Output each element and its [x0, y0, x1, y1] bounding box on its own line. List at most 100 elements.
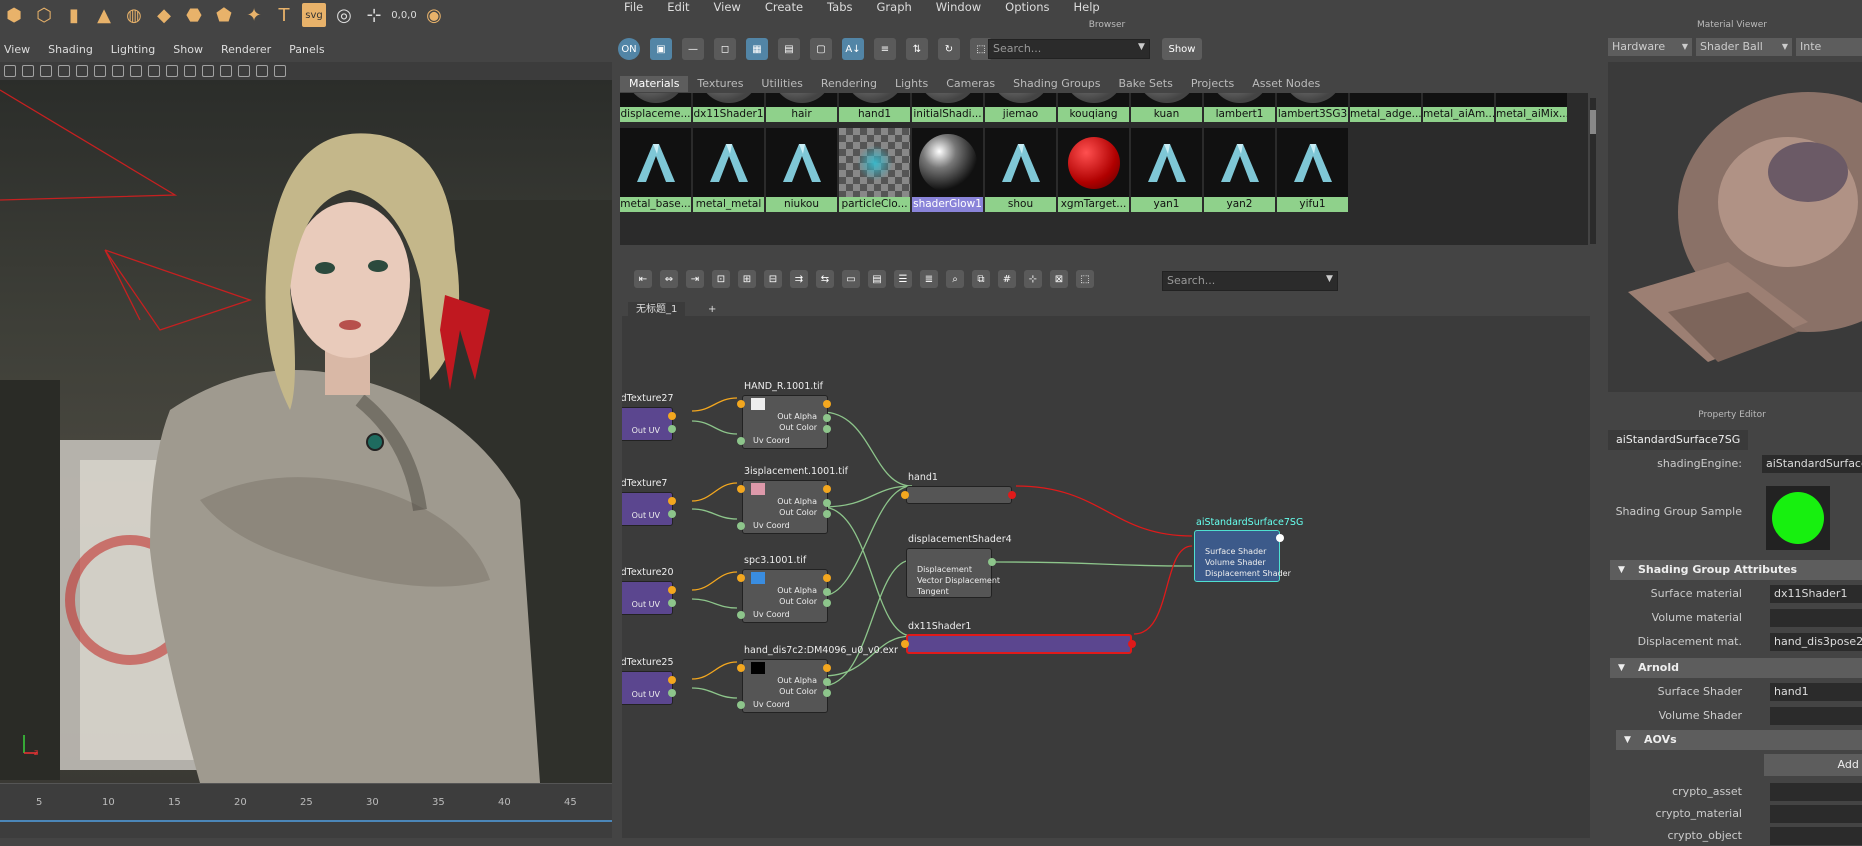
pipe-icon[interactable]: ⬣ — [182, 3, 206, 27]
measure-icon[interactable]: ◎ — [332, 3, 356, 27]
material-swatch[interactable]: jiemao — [985, 93, 1056, 123]
material-swatch[interactable]: metal_aiAm... — [1423, 93, 1494, 123]
section-aovs[interactable]: ▼ AOVs — [1616, 730, 1862, 750]
material-swatch[interactable]: displaceme... — [620, 93, 691, 123]
filter-icon[interactable]: ▣ — [650, 38, 672, 60]
camera-icon[interactable] — [4, 65, 16, 77]
shading-group-node[interactable]: Surface Shader Volume Shader Displacement … — [1194, 530, 1291, 582]
section-shading-group-attributes[interactable]: ▼ Shading Group Attributes — [1610, 560, 1862, 580]
diamond-icon[interactable]: ◆ — [152, 3, 176, 27]
pin-icon[interactable]: ⇉ — [790, 270, 808, 288]
output-port[interactable] — [1276, 534, 1284, 542]
graph-output-icon[interactable]: ⇥ — [686, 270, 704, 288]
port-dot[interactable] — [737, 701, 745, 709]
sort-time-icon[interactable]: ⇅ — [906, 38, 928, 60]
menu-view[interactable]: View — [714, 0, 741, 14]
output-port[interactable] — [1008, 491, 1016, 499]
sphere-icon[interactable]: ⬟ — [212, 3, 236, 27]
output-port[interactable] — [668, 510, 676, 518]
bookmark-icon[interactable] — [40, 65, 52, 77]
refresh-icon[interactable]: ↻ — [938, 38, 960, 60]
port-dot[interactable] — [823, 425, 831, 433]
output-port[interactable] — [668, 425, 676, 433]
menu-options[interactable]: Options — [1005, 0, 1049, 14]
large-view-icon[interactable]: ▢ — [810, 38, 832, 60]
add-aov-button[interactable]: Add C — [1764, 754, 1862, 776]
svg-icon[interactable]: svg — [302, 3, 326, 27]
tab-bake-sets[interactable]: Bake Sets — [1110, 76, 1182, 92]
material-swatch[interactable]: kouqiang — [1058, 93, 1129, 123]
renderer-dropdown[interactable]: Hardware ▼ — [1608, 38, 1692, 56]
port-dot[interactable] — [823, 400, 831, 408]
tab-projects[interactable]: Projects — [1182, 76, 1243, 92]
shader-node-dx11[interactable] — [906, 634, 1132, 654]
material-swatch[interactable]: lambert3SG3 — [1277, 93, 1348, 123]
graph-input-icon[interactable]: ⇤ — [634, 270, 652, 288]
grid-icon[interactable] — [58, 65, 70, 77]
crypto-object-field[interactable] — [1770, 827, 1862, 845]
smooth-shade-icon[interactable] — [130, 65, 142, 77]
isolate-icon[interactable] — [220, 65, 232, 77]
zero-icon[interactable]: 0,0,0 — [391, 3, 416, 27]
remove-selected-icon[interactable]: ⊟ — [764, 270, 782, 288]
material-swatch-grid[interactable]: displaceme... dx11Shader1 hair hand1 initial… — [620, 93, 1588, 245]
lock-icon[interactable] — [22, 65, 34, 77]
browser-search-input[interactable]: Search... — [988, 39, 1150, 59]
tab-asset-nodes[interactable]: Asset Nodes — [1243, 76, 1329, 92]
star-icon[interactable]: ✦ — [242, 3, 266, 27]
show-button[interactable]: Show — [1162, 38, 1202, 60]
port-dot[interactable] — [823, 499, 831, 507]
output-port[interactable] — [1128, 640, 1136, 648]
output-port[interactable] — [668, 599, 676, 607]
texture-icon[interactable] — [148, 65, 160, 77]
browser-scrollbar[interactable] — [1590, 98, 1596, 244]
vp-menu-show[interactable]: Show — [173, 43, 203, 61]
port-dot[interactable] — [823, 599, 831, 607]
surface-shader-field[interactable]: hand1 — [1770, 683, 1862, 701]
section-arnold[interactable]: ▼ Arnold — [1610, 658, 1862, 678]
graph-io-icon[interactable]: ⇔ — [660, 270, 678, 288]
light-icon[interactable] — [166, 65, 178, 77]
layout-icon[interactable]: ⇆ — [816, 270, 834, 288]
port-dot[interactable] — [823, 574, 831, 582]
port-dot[interactable] — [737, 485, 745, 493]
surface-material-field[interactable]: dx11Shader1 — [1770, 585, 1862, 603]
ao-icon[interactable] — [202, 65, 214, 77]
settings-graph-icon[interactable]: ⬚ — [1076, 270, 1094, 288]
menu-edit[interactable]: Edit — [667, 0, 689, 14]
output-port[interactable] — [668, 689, 676, 697]
tab-materials[interactable]: Materials — [620, 76, 689, 92]
displacement-shader-node[interactable]: Displacement Vector Displacement Tangent — [906, 548, 1000, 598]
custom-mode-icon[interactable]: ≣ — [920, 270, 938, 288]
menu-help[interactable]: Help — [1074, 0, 1100, 14]
material-swatch[interactable]: metal_aiMix... — [1496, 93, 1567, 123]
sort-az-icon[interactable]: A↓ — [842, 38, 864, 60]
vp-menu-lighting[interactable]: Lighting — [111, 43, 155, 61]
bookmark-graph-icon[interactable]: ⊠ — [1050, 270, 1068, 288]
port-dot[interactable] — [823, 689, 831, 697]
resolution-gate-icon[interactable] — [94, 65, 106, 77]
text-icon[interactable]: T — [272, 3, 296, 27]
file-node[interactable]: Out Alpha Out Color Uv Coord — [742, 395, 828, 449]
xray-icon[interactable] — [238, 65, 250, 77]
node-graph-canvas[interactable]: place2dTexture27 ⊞Out UV place2dTexture7 ⊞O… — [622, 316, 1590, 838]
material-swatch[interactable]: initialShadi... — [912, 93, 983, 123]
material-swatch[interactable]: hair — [766, 93, 837, 123]
vp-menu-panels[interactable]: Panels — [289, 43, 324, 61]
gamma-icon[interactable] — [274, 65, 286, 77]
output-port[interactable] — [668, 586, 676, 594]
material-swatch[interactable]: niukou — [766, 128, 837, 213]
chevron-down-icon[interactable]: ▼ — [1138, 42, 1145, 52]
place2d-node[interactable]: ⊞Out UV — [622, 492, 673, 526]
material-swatch[interactable]: metal_adge... — [1350, 93, 1421, 123]
dash-icon[interactable]: — — [682, 38, 704, 60]
menu-window[interactable]: Window — [936, 0, 981, 14]
output-port[interactable] — [988, 558, 996, 566]
material-swatch[interactable]: metal_metal — [693, 128, 764, 213]
timeline[interactable]: 5 10 15 20 25 30 35 40 45 — [0, 783, 612, 838]
material-swatch[interactable]: shaderGlow1 — [912, 128, 983, 213]
shape-dropdown[interactable]: Shader Ball ▼ — [1696, 38, 1792, 56]
frame-all-icon[interactable]: ⊡ — [712, 270, 730, 288]
displacement-field[interactable]: hand_dis3pose2_ — [1770, 633, 1862, 651]
output-port[interactable] — [668, 497, 676, 505]
